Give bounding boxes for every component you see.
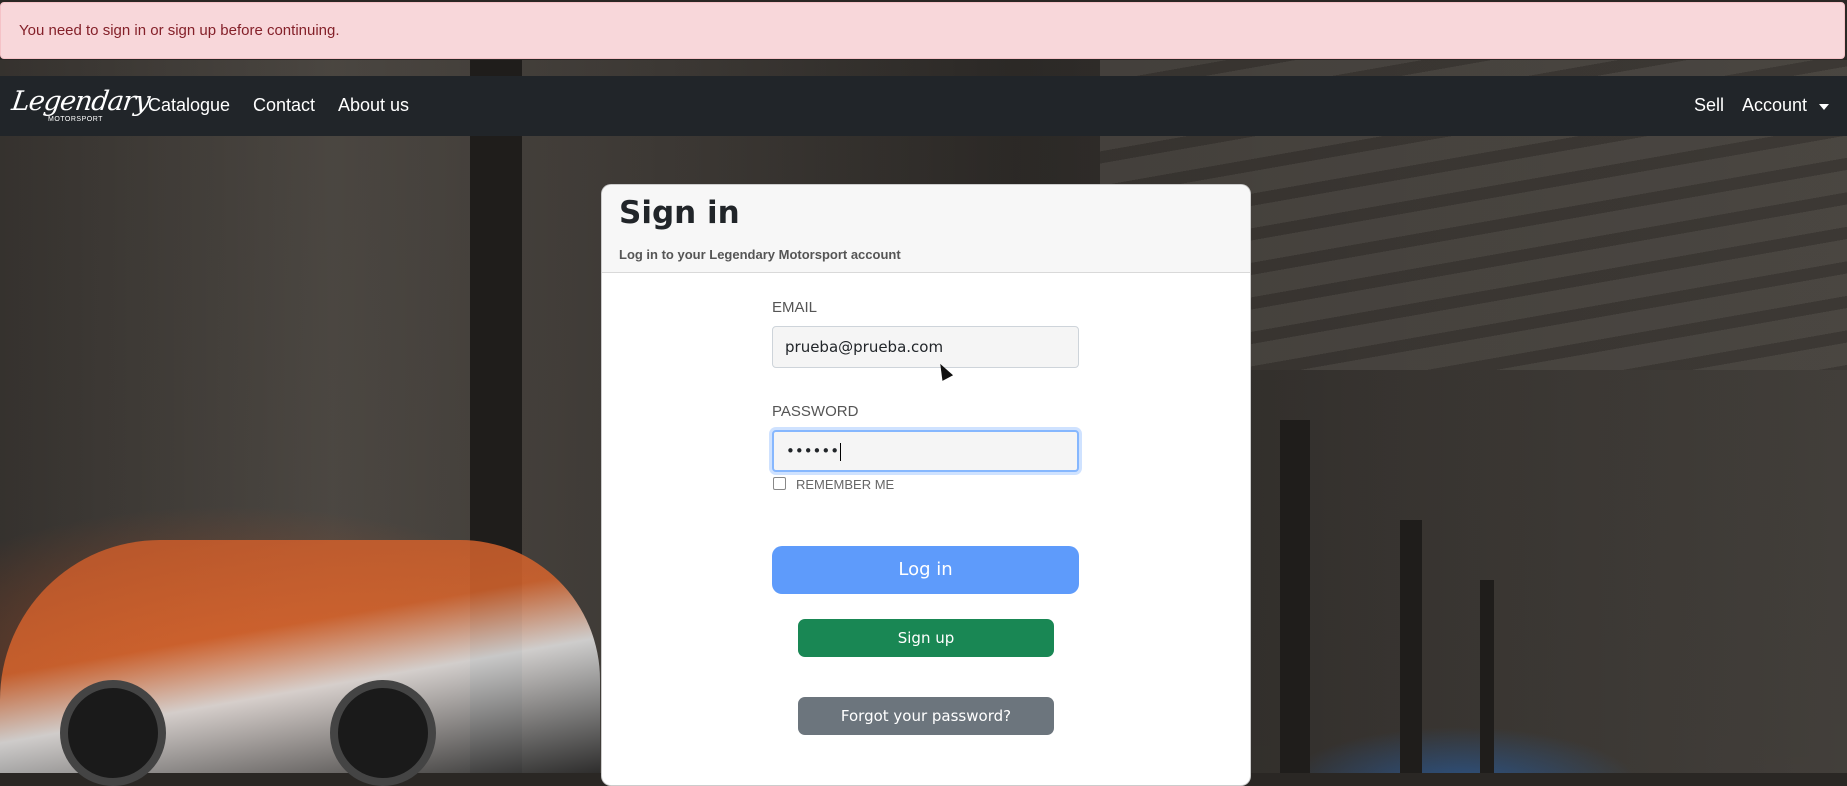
signup-button[interactable]: Sign up xyxy=(798,619,1054,657)
page-title: Sign in xyxy=(619,195,740,231)
main-navbar: Legendary MOTORSPORT Catalogue Contact A… xyxy=(0,76,1847,136)
password-field[interactable]: •••••• xyxy=(772,430,1079,472)
signin-card: Sign in Log in to your Legendary Motorsp… xyxy=(601,184,1251,786)
email-label: EMAIL xyxy=(772,299,818,316)
brand-logo[interactable]: Legendary MOTORSPORT xyxy=(10,86,151,126)
background-pillar xyxy=(1400,520,1422,773)
text-cursor xyxy=(840,442,842,461)
forgot-password-button[interactable]: Forgot your password? xyxy=(798,697,1054,735)
page-subtitle: Log in to your Legendary Motorsport acco… xyxy=(619,247,901,262)
password-label: PASSWORD xyxy=(772,403,859,420)
background-pillar xyxy=(1480,580,1494,773)
card-header: Sign in Log in to your Legendary Motorsp… xyxy=(602,185,1250,273)
background-car-wheel xyxy=(60,680,166,786)
nav-link-catalogue[interactable]: Catalogue xyxy=(148,95,230,116)
remember-me-checkbox[interactable] xyxy=(773,477,786,490)
password-value: •••••• xyxy=(786,442,840,460)
alert-message: You need to sign in or sign up before co… xyxy=(19,22,340,39)
account-dropdown-toggle[interactable]: Account xyxy=(1742,95,1807,116)
brand-name: Legendary xyxy=(9,86,152,117)
flash-alert: You need to sign in or sign up before co… xyxy=(0,2,1845,59)
email-field[interactable]: prueba@prueba.com xyxy=(772,326,1079,368)
remember-me-label[interactable]: REMEMBER ME xyxy=(796,477,894,492)
background-car-wheel xyxy=(330,680,436,786)
background-pillar xyxy=(1280,420,1310,773)
login-button[interactable]: Log in xyxy=(772,546,1079,594)
caret-down-icon xyxy=(1819,104,1829,110)
nav-link-contact[interactable]: Contact xyxy=(253,95,315,116)
brand-tagline: MOTORSPORT xyxy=(48,116,103,123)
nav-link-sell[interactable]: Sell xyxy=(1694,95,1724,116)
nav-link-about-us[interactable]: About us xyxy=(338,95,409,116)
